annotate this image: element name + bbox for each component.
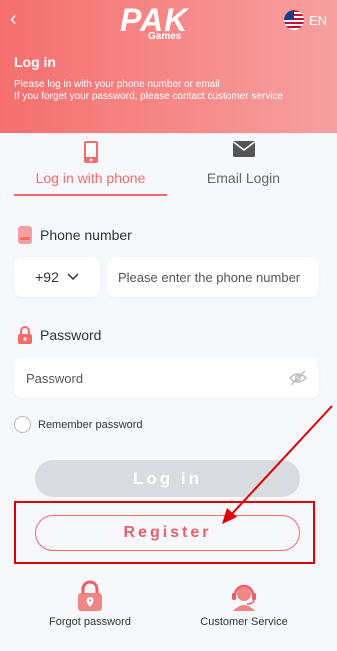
headset-agent-icon (232, 584, 256, 611)
country-code-value: +92 (35, 269, 59, 285)
password-label-text: Password (40, 327, 102, 343)
phone-number-label-text: Phone number (40, 227, 132, 243)
country-code-select[interactable]: +92 (14, 257, 100, 297)
forgot-password-button[interactable]: Forgot password (35, 580, 145, 628)
header: ‹ PAK Games EN Log in Please log in with… (0, 0, 337, 133)
customer-service-button[interactable]: Customer Service (189, 580, 299, 628)
password-field (14, 358, 319, 398)
mail-icon (232, 141, 255, 157)
tab-email-label: Email Login (206, 170, 281, 186)
phone-input[interactable] (107, 257, 319, 297)
back-button[interactable]: ‹ (10, 9, 17, 29)
remember-radio[interactable] (14, 416, 31, 433)
page-title: Log in (14, 54, 56, 70)
login-button[interactable]: Log in (35, 460, 300, 497)
lock-location-icon (78, 580, 102, 611)
page-subtitle-line2: If you forget your password, please cont… (14, 91, 284, 102)
page-subtitle-line1: Please log in with your phone number or … (14, 79, 220, 90)
chevron-down-icon (67, 273, 79, 281)
logo-subtext: Games (148, 31, 182, 42)
remember-password-label: Remember password (38, 418, 143, 431)
tab-phone-login[interactable]: Log in with phone (14, 140, 167, 196)
password-label: Password (16, 325, 101, 345)
remember-password-checkbox[interactable]: Remember password (14, 416, 143, 433)
language-label: EN (308, 12, 327, 28)
forgot-password-label: Forgot password (49, 616, 131, 628)
register-button[interactable]: Register (35, 515, 300, 551)
tab-phone-label: Log in with phone (35, 170, 146, 186)
password-input[interactable] (14, 358, 284, 398)
active-tab-indicator (14, 194, 167, 196)
phone-field-icon (18, 226, 32, 244)
lock-icon (18, 326, 32, 344)
phone-number-label: Phone number (16, 225, 132, 245)
phone-icon (83, 141, 98, 163)
eye-off-icon[interactable] (289, 370, 307, 386)
language-selector[interactable]: EN (283, 10, 327, 30)
tab-email-login[interactable]: Email Login (167, 140, 320, 196)
customer-service-label: Customer Service (200, 616, 288, 628)
logo: PAK Games (120, 2, 220, 42)
us-flag-icon (283, 10, 304, 30)
